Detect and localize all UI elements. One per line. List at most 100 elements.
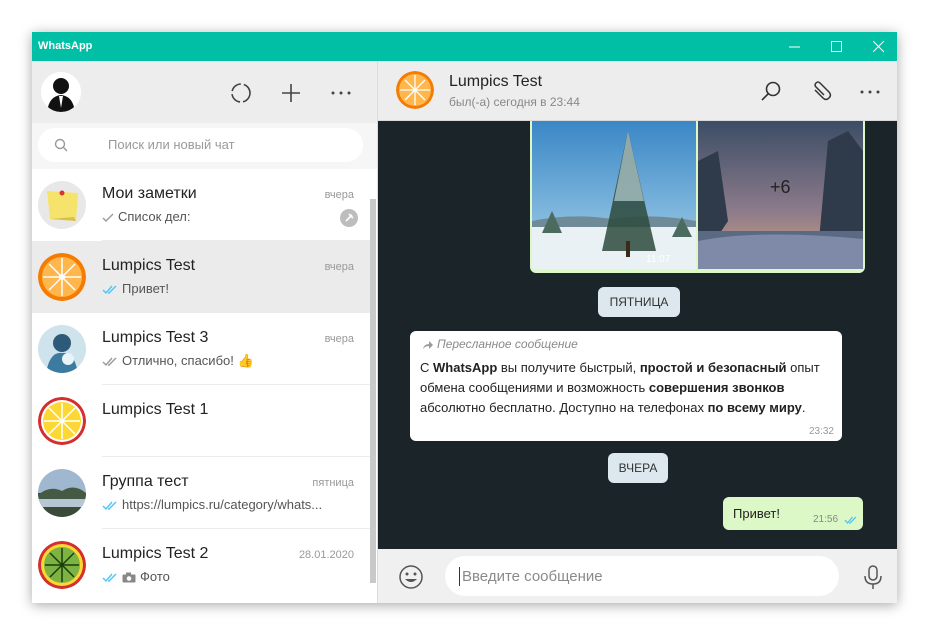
message-input[interactable] [459, 567, 824, 586]
more-horizontal-icon [331, 91, 351, 95]
date-separator-yesterday: ВЧЕРА [608, 453, 668, 483]
chat-name: Группа тест [102, 473, 189, 490]
microphone-icon [864, 565, 882, 589]
composer [378, 549, 897, 603]
chat-item-lumpics-test[interactable]: Lumpics Test вчера Привет! [32, 241, 370, 313]
chat-message-text: Фото [140, 569, 170, 584]
maximize-button[interactable] [816, 32, 856, 61]
chat-time: 28.01.2020 [298, 549, 354, 561]
outgoing-message[interactable]: Привет! 21:56 [723, 497, 863, 530]
chat-last-message: Отлично, спасибо! 👍 [102, 353, 352, 369]
chat-item-group-test[interactable]: Группа тест пятница https://lumpics.ru/c… [32, 457, 370, 529]
minimize-button[interactable] [774, 32, 814, 61]
forwarded-text-part: простой и безопасный [639, 360, 787, 375]
read-double-check-icon [102, 501, 117, 510]
chat-last-message: Привет! [102, 281, 352, 296]
forwarded-message-text: С WhatsApp вы получите быстрый, простой … [420, 358, 830, 418]
chat-item-lumpics-test-1[interactable]: Lumpics Test 1 [32, 385, 370, 457]
forwarded-text-part: по всему миру [707, 400, 802, 415]
read-double-check-icon [102, 285, 117, 294]
chat-avatar [38, 541, 86, 589]
chat-avatar [38, 469, 86, 517]
chat-item-lumpics-test-3[interactable]: Lumpics Test 3 вчера Отлично, спасибо! 👍 [32, 313, 370, 385]
menu-button[interactable] [328, 80, 354, 106]
sent-check-icon [102, 213, 114, 222]
chat-last-message: Фото [102, 569, 352, 584]
chat-list-pane: Мои заметки вчера Список дел: [32, 61, 378, 603]
status-button[interactable] [228, 80, 254, 106]
chat-name: Lumpics Test [102, 257, 196, 274]
my-avatar[interactable] [41, 72, 81, 112]
forwarded-text-part: . [801, 400, 806, 415]
search-input[interactable] [106, 136, 350, 153]
chat-avatar [38, 181, 86, 229]
chat-message-text: Отлично, спасибо! 👍 [122, 353, 254, 368]
read-double-check-icon [844, 516, 857, 525]
maximize-icon [831, 41, 842, 52]
forwarded-message[interactable]: Пересланное сообщение С WhatsApp вы полу… [410, 331, 842, 441]
forwarded-text-part: С [420, 360, 433, 375]
plus-icon [282, 84, 300, 102]
orange-slice-icon [396, 71, 434, 109]
search-box[interactable] [38, 128, 363, 162]
landscape-avatar-icon [38, 469, 86, 517]
attach-button[interactable] [808, 79, 834, 105]
chat-item-my-notes[interactable]: Мои заметки вчера Список дел: [32, 169, 370, 241]
chat-name: Lumpics Test 2 [102, 545, 209, 562]
message-input-box[interactable] [445, 556, 839, 596]
search-messages-button[interactable] [758, 79, 784, 105]
window-title: WhatsApp [38, 40, 93, 52]
chat-list-scrollbar[interactable] [370, 199, 376, 583]
contact-avatar[interactable] [396, 71, 434, 109]
contact-name[interactable]: Lumpics Test [449, 73, 542, 91]
more-photos-count: +6 [770, 177, 791, 197]
winter-forest-image [532, 121, 696, 269]
chat-name: Мои заметки [102, 185, 197, 202]
contact-last-seen: был(-а) сегодня в 23:44 [449, 95, 580, 109]
search-area [32, 123, 377, 169]
lime-slice-icon [38, 541, 86, 589]
chat-time: вчера [324, 189, 354, 201]
minimize-icon [789, 46, 800, 48]
chat-time: пятница [312, 477, 354, 489]
photo-thumbnail-more[interactable]: +6 [698, 121, 863, 269]
forwarded-text-part: абсолютно бесплатно. Доступно на телефон… [420, 400, 708, 415]
smiley-icon [399, 565, 423, 589]
chat-name: Lumpics Test 1 [102, 401, 209, 418]
chat-item-lumpics-test-2[interactable]: Lumpics Test 2 28.01.2020 Фото [32, 529, 370, 601]
emoji-button[interactable] [398, 564, 424, 590]
chat-list: Мои заметки вчера Список дел: Lumpics Te… [32, 169, 377, 603]
message-time: 23:32 [808, 426, 834, 437]
read-double-check-icon [102, 573, 117, 582]
date-separator-friday: ПЯТНИЦА [598, 287, 680, 317]
chat-message-text: Привет! [122, 281, 169, 296]
chat-last-message: https://lumpics.ru/category/whats... [102, 497, 352, 512]
title-bar: WhatsApp [32, 32, 897, 61]
chat-last-message: Список дел: [102, 209, 352, 224]
close-icon [873, 41, 885, 53]
new-chat-button[interactable] [278, 80, 304, 106]
message-time: 21:56 [813, 514, 839, 525]
chat-message-text: Список дел: [118, 209, 191, 224]
conversation-menu-button[interactable] [857, 79, 883, 105]
sticky-note-icon [38, 181, 86, 229]
chat-avatar [38, 253, 86, 301]
photo-thumbnail[interactable]: 11:07 [532, 121, 696, 269]
forwarded-label-text: Пересланное сообщение [437, 337, 578, 351]
forwarded-text-part: совершения звонков [648, 380, 785, 395]
photo-album-message[interactable]: 11:07 +6 [530, 121, 865, 273]
more-horizontal-icon [860, 90, 880, 94]
lemon-slice-icon [38, 397, 86, 445]
chat-time: вчера [324, 261, 354, 273]
forwarded-text-part: вы получите быстрый, [497, 360, 640, 375]
chat-avatar [38, 325, 86, 373]
forwarded-label: Пересланное сообщение [422, 337, 578, 351]
photo-time: 11:07 [646, 254, 671, 265]
orange-slice-icon [38, 253, 86, 301]
forwarded-text-part: WhatsApp [433, 360, 498, 375]
close-button[interactable] [858, 32, 897, 61]
chat-avatar [38, 397, 86, 445]
camera-icon [122, 572, 136, 583]
status-circle-icon [231, 83, 251, 103]
voice-message-button[interactable] [862, 564, 884, 590]
